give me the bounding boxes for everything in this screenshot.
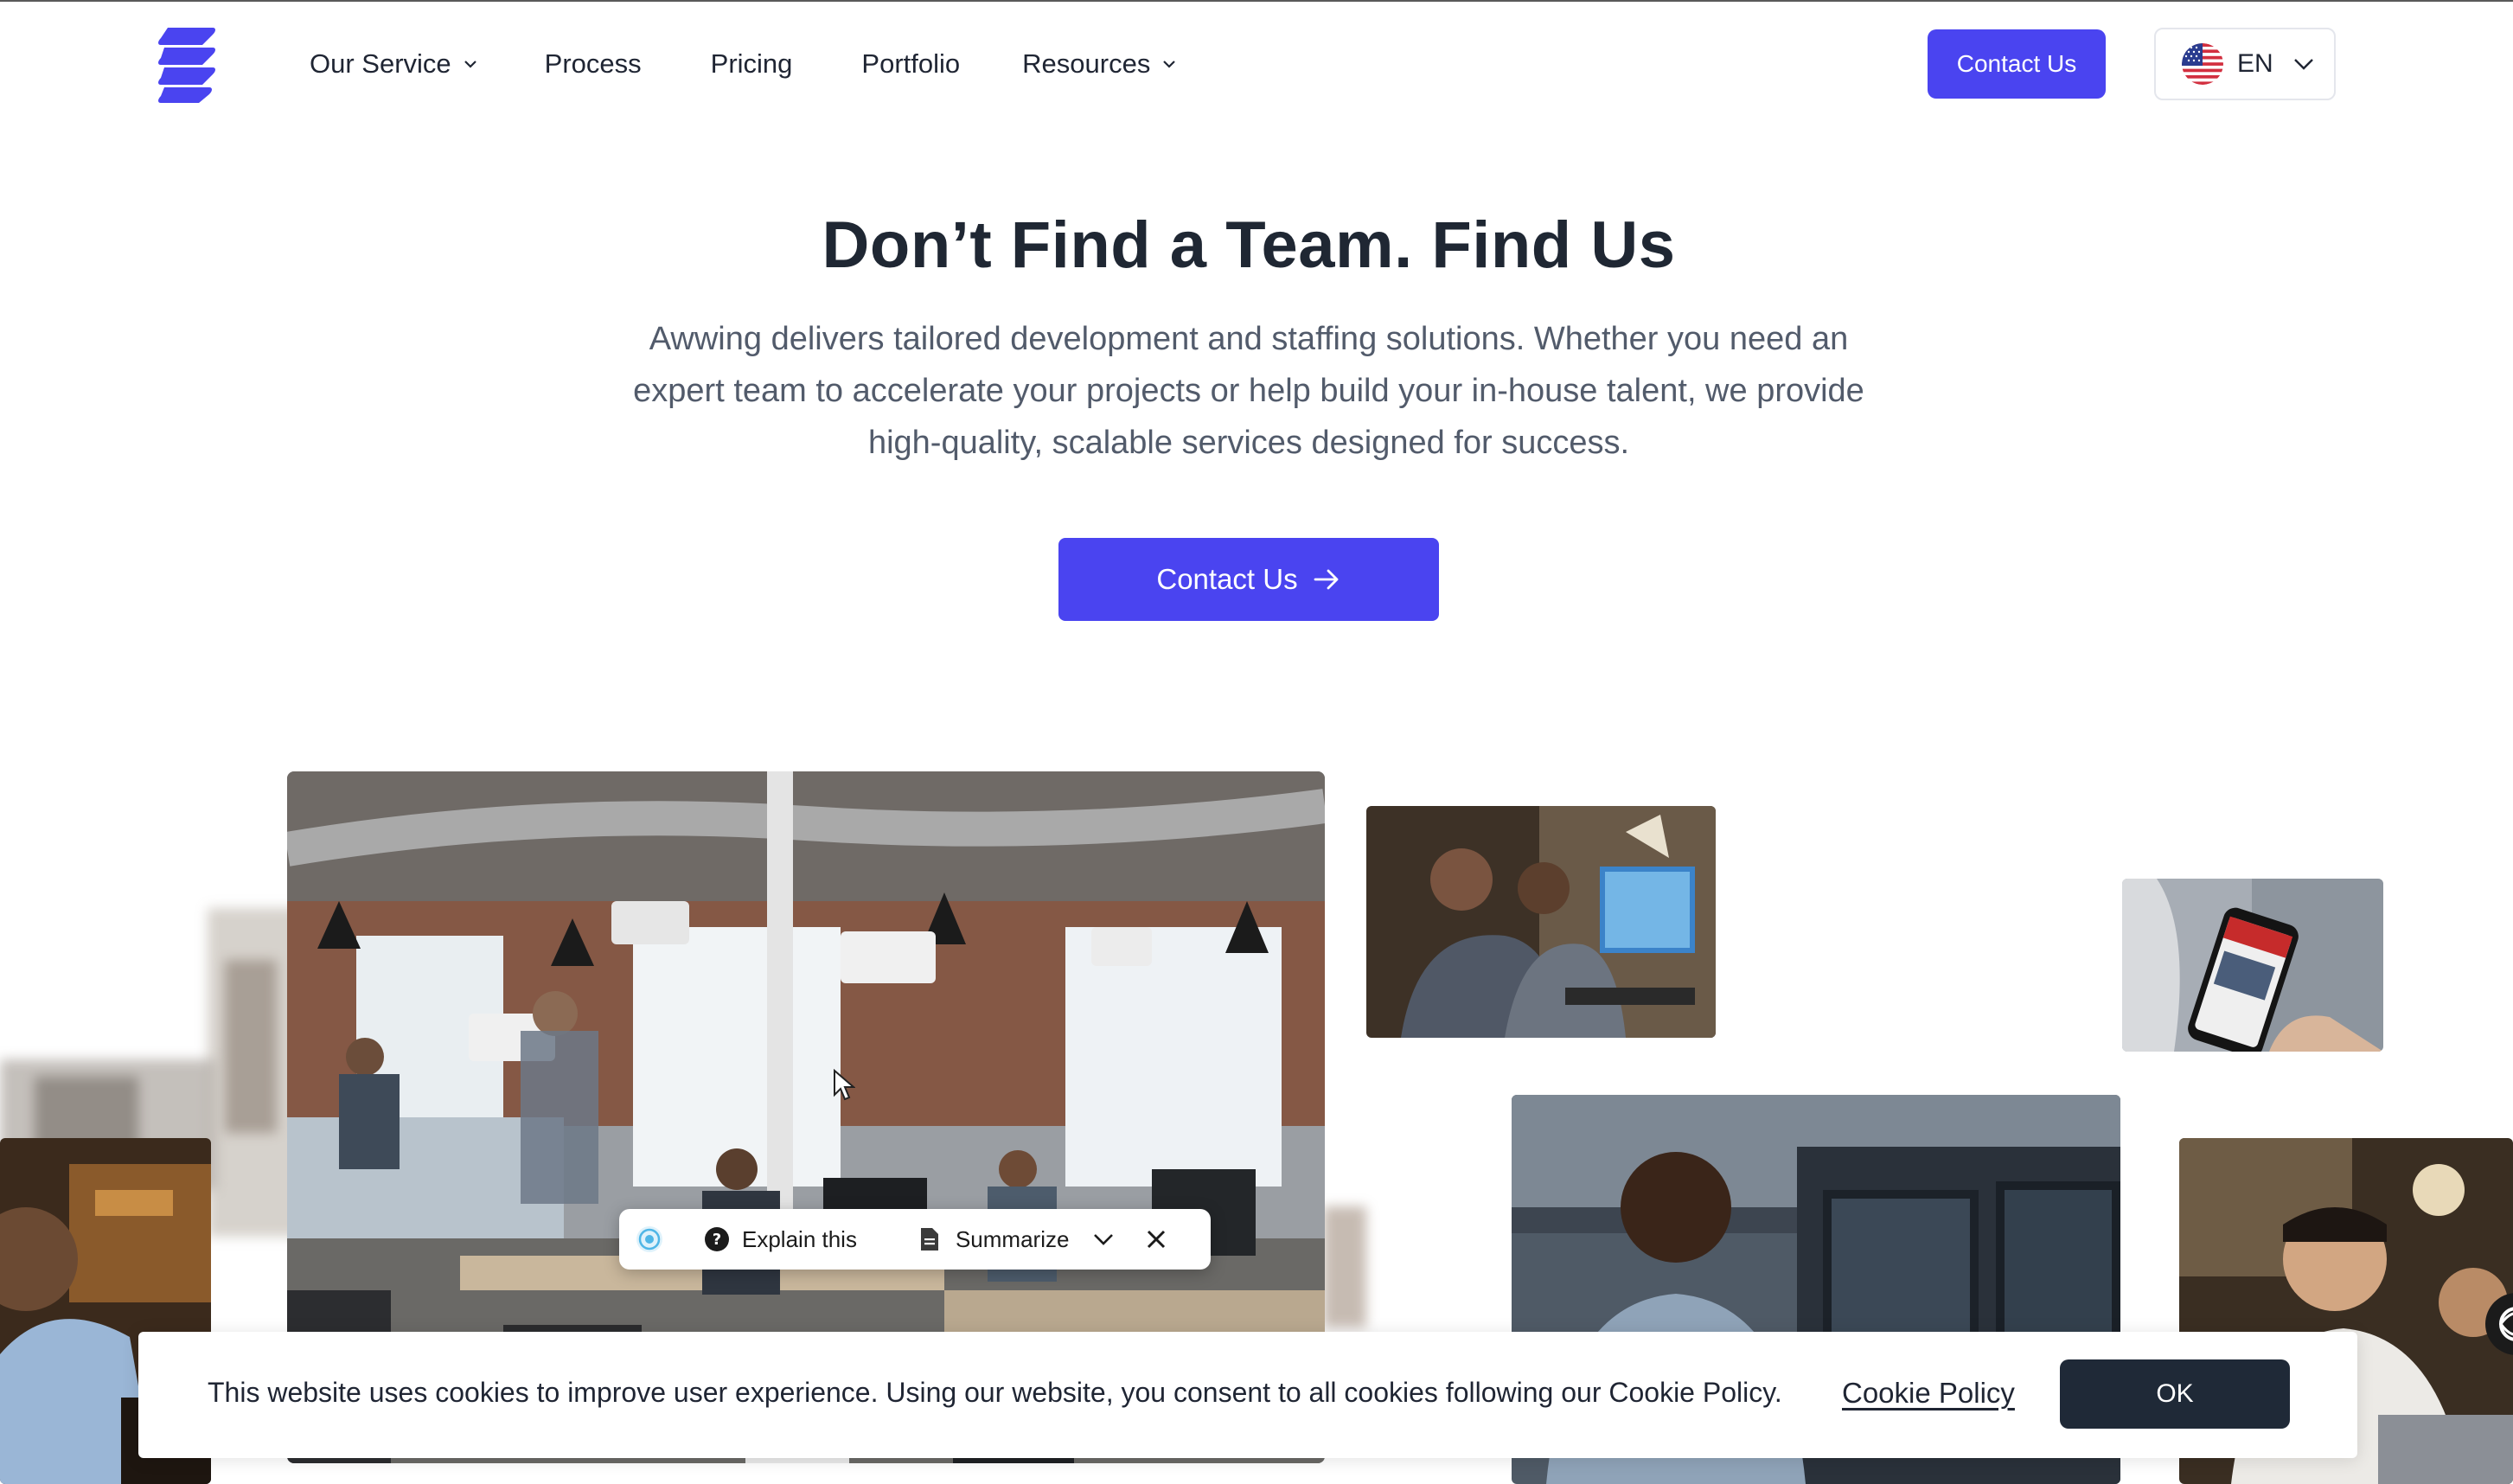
cookie-message: This website uses cookies to improve use… xyxy=(208,1377,1782,1408)
summarize-button[interactable]: Summarize xyxy=(956,1226,1069,1253)
photo-two-men-monitor xyxy=(1366,806,1716,1038)
language-code: EN xyxy=(2237,49,2273,78)
cookie-ok-label: OK xyxy=(2156,1379,2194,1408)
nav-pricing-label: Pricing xyxy=(710,48,793,79)
cookie-policy-link[interactable]: Cookie Policy xyxy=(1842,1377,2015,1410)
hero-title: Don’t Find a Team. Find Us xyxy=(822,208,1676,282)
nav-portfolio-label: Portfolio xyxy=(861,48,961,79)
ai-assistant-icon[interactable] xyxy=(635,1225,664,1254)
nav-our-service[interactable]: Our Service xyxy=(310,48,479,80)
svg-text:?: ? xyxy=(713,1231,721,1249)
hero-contact-label: Contact Us xyxy=(1156,563,1298,595)
header-contact-button[interactable]: Contact Us xyxy=(1928,29,2106,99)
ai-selection-toolbar: ? Explain this Summarize xyxy=(619,1209,1211,1270)
brand-logo[interactable] xyxy=(156,26,218,104)
top-border xyxy=(0,0,2513,2)
nav-portfolio[interactable]: Portfolio xyxy=(861,48,960,80)
main-nav: Our Service Process Pricing Portfolio Re… xyxy=(310,47,1178,81)
stacked-leaves-logo-icon xyxy=(158,28,215,103)
page: Our Service Process Pricing Portfolio Re… xyxy=(0,0,2513,1484)
language-selector[interactable]: EN xyxy=(2154,28,2336,100)
hero-subtitle: Awwing delivers tailored development and… xyxy=(597,313,1901,469)
chevron-down-icon xyxy=(2293,59,2313,70)
help-circle-icon: ? xyxy=(705,1227,729,1251)
document-icon xyxy=(920,1228,938,1251)
nav-process-label: Process xyxy=(544,48,642,79)
nav-process[interactable]: Process xyxy=(545,48,642,80)
hero-subtitle-line: Awwing delivers tailored development and… xyxy=(649,321,1849,357)
nav-pricing[interactable]: Pricing xyxy=(711,48,793,80)
photo-phone-news xyxy=(2122,879,2383,1052)
hero-contact-button[interactable]: Contact Us xyxy=(1058,538,1439,621)
chevron-down-icon xyxy=(1163,61,1176,68)
floating-assistant-icon[interactable] xyxy=(2482,1285,2513,1363)
blurred-photo-mid xyxy=(1323,1206,1366,1327)
hero-subtitle-line: expert team to accelerate your projects … xyxy=(633,373,1864,409)
mouse-cursor-icon xyxy=(834,1069,855,1101)
close-icon[interactable] xyxy=(1145,1228,1167,1251)
nav-resources[interactable]: Resources xyxy=(1022,48,1178,80)
cookie-ok-button[interactable]: OK xyxy=(2060,1359,2290,1429)
chevron-down-icon xyxy=(464,61,476,68)
arrow-right-icon xyxy=(1314,569,1339,590)
nav-resources-label: Resources xyxy=(1022,48,1151,79)
us-flag-icon xyxy=(2182,43,2223,85)
hero-subtitle-line: high-quality, scalable services designed… xyxy=(867,425,1630,461)
chevron-down-icon[interactable] xyxy=(1091,1227,1116,1251)
nav-our-service-label: Our Service xyxy=(310,48,451,79)
cookie-banner: This website uses cookies to improve use… xyxy=(138,1332,2357,1458)
explain-this-button[interactable]: Explain this xyxy=(742,1226,857,1253)
header-contact-label: Contact Us xyxy=(1956,50,2077,77)
